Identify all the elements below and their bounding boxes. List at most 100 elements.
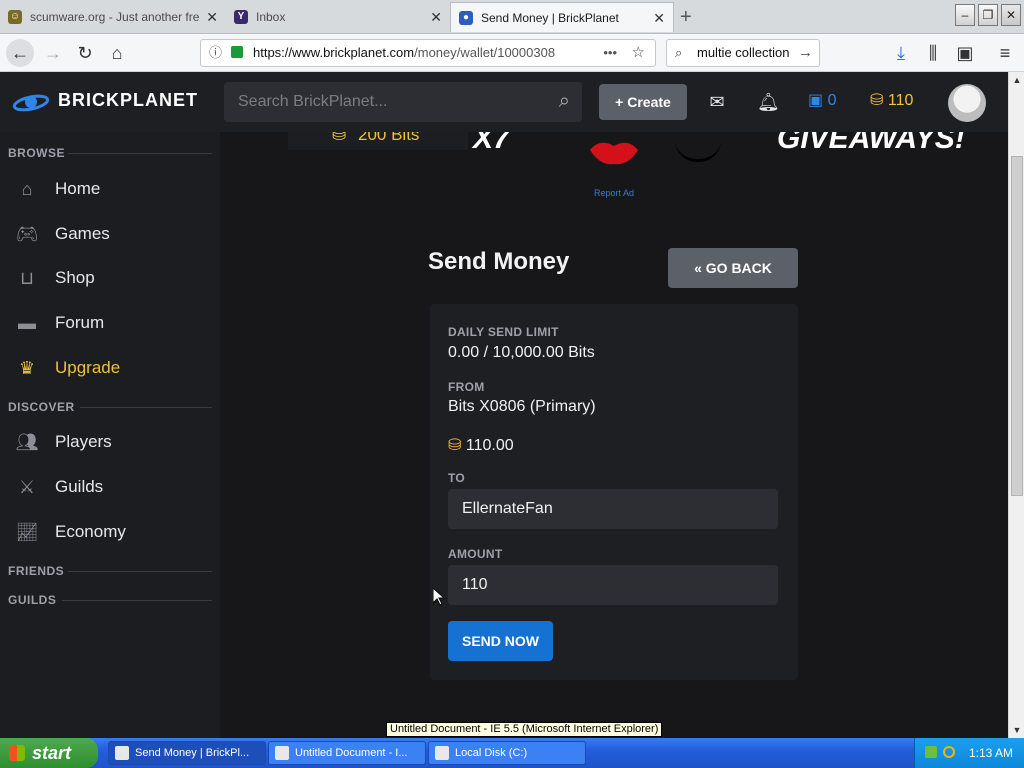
sidebar-item-home[interactable]: ⌂ Home <box>0 172 220 206</box>
page-scrollbar[interactable]: ▲ ▼ <box>1008 72 1024 738</box>
chat-icon: ▬ <box>18 313 36 333</box>
sidebar-item-label: Shop <box>55 268 95 287</box>
brickplanet-icon: ● <box>459 11 473 25</box>
tooltip: Untitled Document - IE 5.5 (Microsoft In… <box>386 722 663 737</box>
system-tray: 1:13 AM <box>914 738 1024 768</box>
close-window-icon[interactable]: ✕ <box>1001 4 1021 26</box>
main-content: ⛁ 200 Bits X7 GIVEAWAYS! Report Ad Send … <box>220 132 1010 738</box>
sidebar-item-forum[interactable]: ▬ Forum <box>0 306 220 340</box>
start-button[interactable]: start <box>0 738 98 768</box>
close-tab-icon[interactable]: ✕ <box>206 2 218 32</box>
browser-tab-scumware[interactable]: ☺ scumware.org - Just another fre ✕ <box>0 2 226 32</box>
balance: ⛁ 110.00 <box>448 435 514 455</box>
coins-icon: ⛁ <box>332 132 347 144</box>
browser-tab-inbox[interactable]: Y Inbox ✕ <box>226 2 450 32</box>
home-icon[interactable]: ⌂ <box>106 42 128 64</box>
browser-tab-send-money[interactable]: ● Send Money | BrickPlanet ✕ <box>450 2 674 32</box>
library-icon[interactable]: ⫼ <box>922 42 944 64</box>
page-actions-icon[interactable]: ••• <box>603 40 617 66</box>
taskbar-item-local-disk[interactable]: Local Disk (C:) <box>428 741 586 765</box>
site-search-input[interactable] <box>224 82 544 122</box>
ad-banner[interactable]: ⛁ 200 Bits X7 GIVEAWAYS! Report Ad <box>220 132 1010 202</box>
report-ad-link[interactable]: Report Ad <box>594 188 634 198</box>
info-icon[interactable]: ⓘ <box>209 40 222 66</box>
balance-value: 110.00 <box>465 437 514 454</box>
friends-header: FRIENDS <box>8 564 65 578</box>
new-tab-icon[interactable]: + <box>680 2 692 32</box>
sidebar-item-label: Economy <box>55 522 126 541</box>
coins-icon: ⛁ <box>448 437 462 454</box>
sidebar: BROWSE ⌂ Home 🎮︎ Games ⊔ Shop ▬ Forum ♛ … <box>0 132 220 738</box>
go-back-button[interactable]: « GO BACK <box>668 248 798 288</box>
close-tab-icon[interactable]: ✕ <box>430 2 442 32</box>
daily-limit-label: DAILY SEND LIMIT <box>448 325 559 339</box>
browser-nav-bar: ← → ↻ ⌂ ⓘ https://www.brickplanet.com/mo… <box>0 34 1024 72</box>
chart-icon: 📈︎ <box>15 522 39 542</box>
sidebar-item-shop[interactable]: ⊔ Shop <box>0 261 220 295</box>
go-arrow-icon[interactable]: → <box>798 40 813 66</box>
browse-header: BROWSE <box>8 146 65 160</box>
scroll-down-icon[interactable]: ▼ <box>1011 724 1023 736</box>
bookmark-star-icon[interactable]: ☆ <box>632 40 645 66</box>
sidebar-item-label: Forum <box>55 313 105 332</box>
search-icon[interactable]: ⌕ <box>559 90 570 113</box>
sidebar-item-guilds[interactable]: ⚔ Guilds <box>0 470 220 504</box>
search-icon[interactable] <box>943 746 955 758</box>
create-label: Create <box>627 94 671 110</box>
taskbar-item-untitled[interactable]: Untitled Document - I... <box>268 741 426 765</box>
site-search[interactable]: ⌕ <box>224 82 582 122</box>
sidebar-item-games[interactable]: 🎮︎ Games <box>0 217 220 251</box>
taskbar-item-label: Send Money | BrickPl... <box>135 747 250 759</box>
forward-arrow-icon[interactable]: → <box>42 42 64 64</box>
send-now-button[interactable]: SEND NOW <box>448 621 553 661</box>
reload-icon[interactable]: ↻ <box>74 42 96 64</box>
gamepad-icon: 🎮︎ <box>15 224 39 244</box>
smile-icon <box>675 140 721 162</box>
ad-x7-text: X7 <box>473 132 510 155</box>
sidebar-toggle-icon[interactable]: ▣ <box>954 42 976 64</box>
swords-icon: ⚔ <box>18 477 36 497</box>
avatar[interactable] <box>948 84 986 122</box>
ad-bits-text: 200 Bits <box>358 132 420 144</box>
send-money-form: DAILY SEND LIMIT 0.00 / 10,000.00 Bits F… <box>430 304 798 680</box>
back-arrow-icon[interactable]: ← <box>6 39 34 67</box>
create-button[interactable]: + Create <box>599 84 687 120</box>
minimize-icon[interactable]: – <box>955 4 975 26</box>
recipient-input[interactable] <box>448 489 778 529</box>
from-label: FROM <box>448 380 485 394</box>
browser-tab-bar: ☺ scumware.org - Just another fre ✕ Y In… <box>0 0 1024 34</box>
clock: 1:13 AM <box>969 746 1014 760</box>
menu-icon[interactable]: ≡ <box>994 42 1016 64</box>
bell-icon[interactable]: 🔔︎ <box>757 92 780 112</box>
bucks-balance[interactable]: ▣ 0 <box>808 90 836 110</box>
logo-text: BRICKPLANET <box>58 90 198 110</box>
go-back-label: GO BACK <box>705 260 772 276</box>
browser-search-box[interactable]: ⌕ multie collection → <box>666 39 820 67</box>
scroll-up-icon[interactable]: ▲ <box>1011 74 1023 86</box>
divider <box>68 571 212 572</box>
sidebar-item-players[interactable]: 👥︎ Players <box>0 425 220 459</box>
download-icon[interactable]: ⤓ <box>890 42 912 64</box>
sidebar-item-upgrade[interactable]: ♛ Upgrade <box>0 351 220 385</box>
basket-icon: ⊔ <box>19 268 35 288</box>
lock-icon <box>231 46 243 58</box>
url-path: /money/wallet/10000308 <box>414 45 556 60</box>
sidebar-item-label: Players <box>55 432 112 451</box>
amount-input[interactable] <box>448 565 778 605</box>
sidebar-item-economy[interactable]: 📈︎ Economy <box>0 515 220 549</box>
daily-limit-value: 0.00 / 10,000.00 Bits <box>448 344 595 361</box>
bits-balance[interactable]: ⛁ 110 <box>870 90 913 110</box>
home-icon: ⌂ <box>21 179 33 199</box>
windows-flag-icon <box>9 745 25 761</box>
mail-icon[interactable]: ✉ <box>706 92 728 112</box>
close-tab-icon[interactable]: ✕ <box>653 3 665 32</box>
network-icon[interactable] <box>925 746 937 758</box>
sidebar-item-label: Home <box>55 179 101 198</box>
restore-icon[interactable]: ❐ <box>978 4 998 26</box>
url-bar[interactable]: ⓘ https://www.brickplanet.com/money/wall… <box>200 39 656 67</box>
scroll-thumb[interactable] <box>1011 156 1023 496</box>
divider <box>62 600 212 601</box>
taskbar-item-send-money[interactable]: Send Money | BrickPl... <box>108 741 266 765</box>
bucks-value: 0 <box>827 92 837 109</box>
crown-icon: ♛ <box>18 358 36 378</box>
